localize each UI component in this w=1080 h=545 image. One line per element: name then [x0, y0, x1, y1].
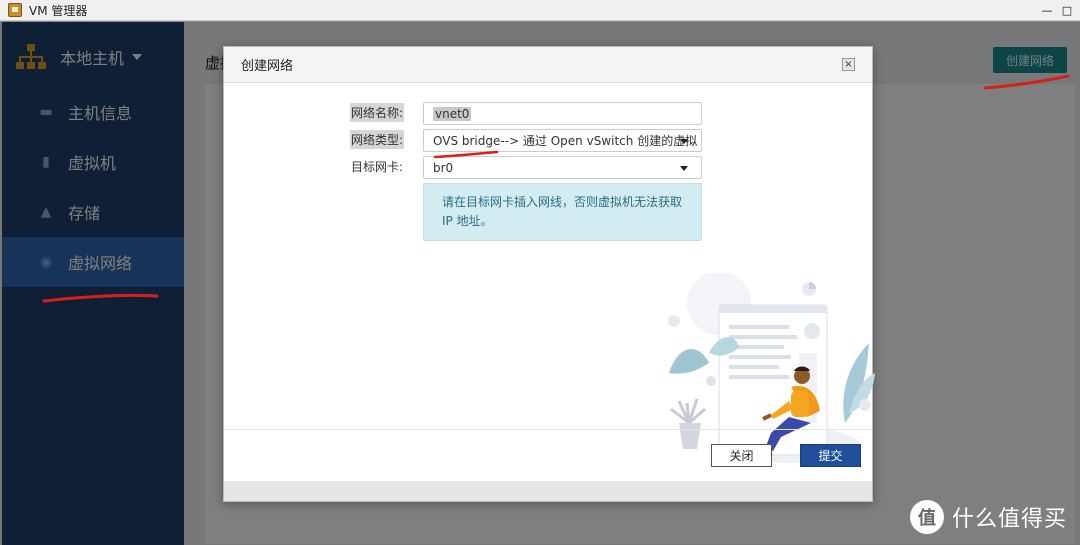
- close-button[interactable]: 关闭: [711, 444, 772, 467]
- network-type-label: 网络类型:: [350, 130, 405, 149]
- target-nic-label: 目标网卡:: [351, 160, 404, 174]
- dialog-title: 创建网络: [241, 59, 294, 74]
- dropdown-arrow-icon: [680, 139, 688, 144]
- network-type-description: --> 通过 Open vSwitch 创建的虚拟: [500, 134, 698, 148]
- network-type-select[interactable]: OVS bridge --> 通过 Open vSwitch 创建的虚拟: [423, 129, 702, 152]
- target-nic-select[interactable]: br0: [423, 156, 702, 179]
- maximize-button[interactable]: □: [1060, 4, 1074, 17]
- watermark-logo: 值: [910, 500, 944, 534]
- network-name-input[interactable]: vnet0: [423, 102, 702, 125]
- info-alert: 请在目标网卡插入网线，否则虚拟机无法获取IP 地址。: [423, 183, 702, 241]
- minimize-button[interactable]: —: [1040, 4, 1054, 17]
- create-network-dialog: 创建网络 × 网络名称: vnet0 网络类型: OVS bridge --> …: [223, 46, 875, 502]
- dialog-footer: 关闭 提交: [224, 429, 872, 481]
- watermark: 值 什么值得买: [910, 500, 1067, 534]
- window-title: VM 管理器: [29, 3, 88, 18]
- window-titlebar: VM 管理器 — □: [0, 0, 1080, 21]
- watermark-text: 什么值得买: [952, 507, 1068, 532]
- close-icon[interactable]: ×: [842, 58, 855, 71]
- network-type-value: OVS bridge: [433, 133, 501, 148]
- dialog-body: 网络名称: vnet0 网络类型: OVS bridge --> 通过 Open…: [224, 83, 875, 463]
- dialog-header: 创建网络 ×: [224, 47, 872, 83]
- submit-button[interactable]: 提交: [800, 444, 861, 467]
- network-name-value: vnet0: [433, 106, 472, 121]
- window-controls: — □: [1040, 0, 1074, 21]
- dropdown-arrow-icon: [680, 166, 688, 171]
- target-nic-value: br0: [433, 160, 454, 175]
- app-icon: [8, 3, 22, 17]
- dialog-bottom-bar: [224, 481, 872, 501]
- network-name-label: 网络名称:: [350, 103, 405, 122]
